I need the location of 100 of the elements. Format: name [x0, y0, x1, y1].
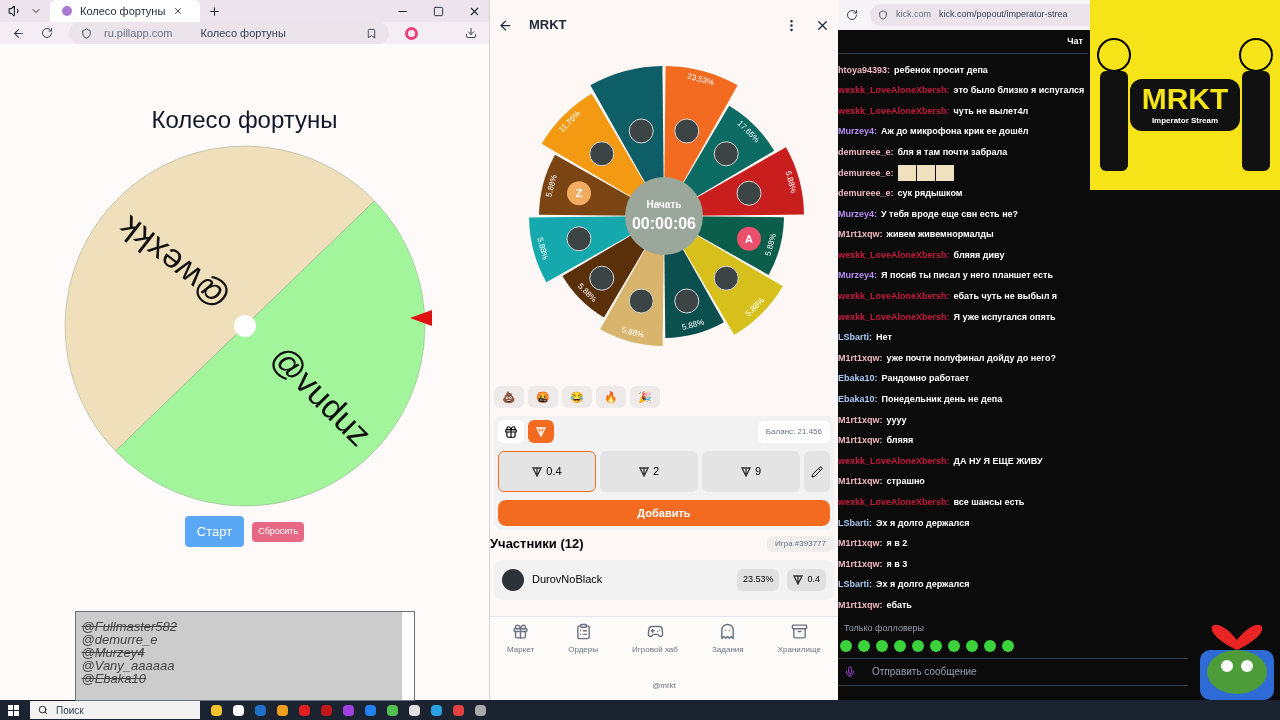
maximize-icon[interactable]: [433, 5, 444, 17]
participant-row[interactable]: DurovNoBlack 23.53% 0.4: [494, 559, 834, 600]
reload-icon[interactable]: [846, 9, 858, 21]
chat-username[interactable]: LSbarti:: [838, 516, 872, 531]
chat-message: Аж до микрофона крик ее дошёл: [881, 125, 1029, 139]
taskbar-app-icon[interactable]: [233, 704, 244, 716]
app-title: MRKT: [529, 16, 567, 35]
chat-username[interactable]: wexkk_LoveAloneXbersh:: [838, 290, 950, 304]
microphone-icon[interactable]: [844, 665, 856, 678]
chat-username[interactable]: wexkk_LoveAloneXbersh:: [838, 454, 950, 469]
game-id-badge: Игра #393777: [767, 535, 834, 552]
chat-username[interactable]: demureee_e:: [838, 145, 894, 160]
chat-username[interactable]: Murzey4:: [838, 125, 877, 139]
currency-tab[interactable]: [498, 420, 524, 443]
taskbar-app-icon[interactable]: [211, 704, 222, 716]
back-icon[interactable]: [12, 26, 25, 40]
back-icon[interactable]: [498, 17, 513, 33]
chat-username[interactable]: Murzey4:: [838, 207, 877, 222]
chat-username[interactable]: M1rt1xqw:: [838, 413, 883, 428]
download-icon[interactable]: [465, 27, 477, 39]
chat-username[interactable]: M1rt1xqw:: [838, 475, 883, 489]
chat-username[interactable]: M1rt1xqw:: [838, 434, 883, 448]
chat-username[interactable]: M1rt1xqw:: [838, 351, 883, 366]
nav-item[interactable]: Ордеры: [568, 623, 598, 656]
new-tab-icon[interactable]: [208, 4, 221, 18]
participant-name: @Vany_aaaaaa: [81, 659, 176, 672]
browser-tab[interactable]: Колесо фортуны: [50, 0, 200, 22]
chat-message: это было близко я испугался: [953, 84, 1085, 98]
names-textarea[interactable]: @Fullmaster582 @demurre_e @Murzey4 @Vany_aaaaaa @Ebaka10: [74, 611, 415, 701]
emote-icon[interactable]: [912, 639, 924, 652]
chat-username[interactable]: htoya94393:: [838, 63, 891, 78]
chat-username[interactable]: wexkk_LoveAloneXbersh:: [838, 84, 950, 98]
nav-item[interactable]: Маркет: [507, 623, 535, 656]
emote-icon[interactable]: [984, 639, 996, 652]
chat-username[interactable]: M1rt1xqw:: [838, 599, 883, 613]
avatar-letter: Z: [575, 187, 583, 200]
chat-username[interactable]: M1rt1xqw:: [838, 537, 883, 551]
chat-username[interactable]: Ebaka10:: [838, 372, 878, 386]
taskbar-app-icon[interactable]: [387, 704, 398, 716]
nav-item[interactable]: Игровой хаб: [632, 623, 678, 656]
chat-username[interactable]: wexkk_LoveAloneXbersh:: [838, 496, 950, 510]
taskbar-app-icon[interactable]: [475, 704, 486, 716]
taskbar-search[interactable]: Поиск: [30, 701, 200, 719]
chat-message: уууу: [886, 413, 907, 427]
amount-option[interactable]: 2: [600, 451, 698, 492]
segment-percentage: 5.88%: [544, 173, 559, 198]
reload-icon[interactable]: [41, 27, 53, 39]
ton-icon: [532, 466, 543, 477]
taskbar-app-icon[interactable]: [409, 704, 420, 716]
avatar-photo-placeholder: [628, 118, 654, 144]
nav-item[interactable]: Хранилище: [777, 623, 821, 656]
emote-picture: [897, 165, 916, 182]
ton-icon: [740, 466, 751, 477]
windows-logo-icon[interactable]: [8, 704, 19, 716]
emote-icon[interactable]: [840, 639, 852, 652]
chat-username[interactable]: wexkk_LoveAloneXbersh:: [838, 248, 950, 263]
emote-icon[interactable]: [966, 639, 978, 652]
chat-username[interactable]: Murzey4:: [838, 269, 877, 283]
participant-name: DurovNoBlack: [532, 572, 603, 588]
chat-message: ребенок просит депа: [894, 63, 988, 77]
amount-option[interactable]: 0.4: [498, 451, 596, 492]
chat-username[interactable]: wexkk_LoveAloneXbersh:: [838, 310, 950, 325]
amount-option[interactable]: 9: [702, 451, 800, 492]
avatar-photo-placeholder: [674, 118, 700, 144]
bookmark-icon[interactable]: [366, 27, 377, 39]
address-bar[interactable]: ru.pillapp.com Колесо фортуны: [69, 22, 389, 44]
avatar-photo-placeholder: [566, 226, 592, 252]
emote-icon[interactable]: [930, 639, 942, 652]
chat-username[interactable]: wexkk_LoveAloneXbersh:: [838, 104, 950, 119]
chat-username[interactable]: M1rt1xqw:: [838, 557, 883, 572]
chat-username[interactable]: M1rt1xqw:: [838, 228, 883, 242]
segment-percentage: 5.88%: [763, 232, 779, 257]
edit-button[interactable]: [804, 451, 830, 492]
emote-icon[interactable]: [876, 639, 888, 652]
chat-message: Эх я долго держался: [876, 516, 970, 530]
extension-icon[interactable]: [405, 26, 418, 40]
reaction-button[interactable]: 💩: [494, 386, 524, 408]
chat-message: Нет: [876, 331, 892, 345]
emote-icon[interactable]: [948, 639, 960, 652]
ton-icon: [638, 466, 649, 477]
gamepad-icon: [646, 623, 664, 640]
chat-message: бляяя: [886, 434, 914, 448]
chat-username[interactable]: Ebaka10:: [838, 393, 878, 407]
scrollbar[interactable]: [401, 612, 414, 700]
message-input[interactable]: Отправить сообщение: [838, 657, 1188, 686]
chat-username[interactable]: demureee_e:: [838, 187, 894, 201]
emote-icon[interactable]: [1002, 639, 1014, 652]
close-tab-icon[interactable]: [173, 6, 184, 16]
emote-icon[interactable]: [858, 639, 870, 652]
participant-name: @demurre_e: [81, 633, 158, 646]
nav-item[interactable]: Задания: [712, 623, 744, 656]
chat-username[interactable]: LSbarti:: [838, 331, 872, 345]
chat-username[interactable]: demureee_e:: [838, 166, 894, 180]
chat-message: Я уже испугался опять: [953, 310, 1056, 324]
taskbar-app-icon[interactable]: [277, 704, 288, 716]
pencil-icon: [811, 465, 823, 478]
emote-icon[interactable]: [894, 639, 906, 652]
chat-username[interactable]: LSbarti:: [838, 578, 872, 592]
chat-message: я в 2: [886, 537, 908, 551]
chat-message: Понедельник день не депа: [881, 393, 1003, 407]
